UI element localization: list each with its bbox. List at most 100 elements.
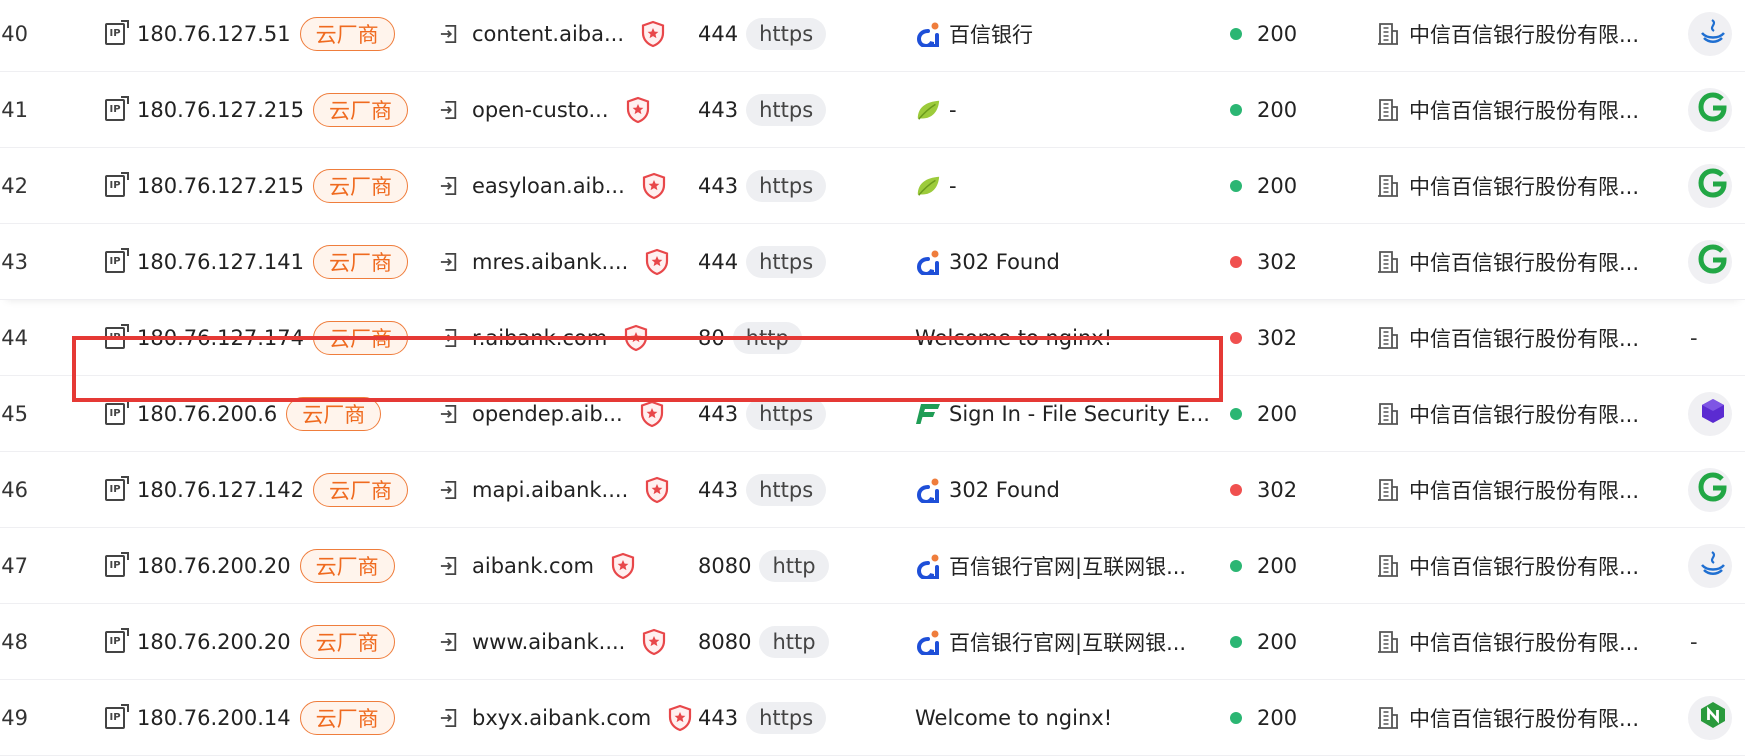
technology-badge[interactable]	[1688, 543, 1732, 588]
technology-badge[interactable]	[1688, 163, 1732, 208]
row-number-cell: 43	[0, 224, 28, 299]
domain-link[interactable]: open-custo...	[472, 98, 609, 122]
ip-address-link[interactable]: 180.76.127.141	[137, 250, 304, 274]
link-icon	[440, 708, 458, 728]
organization-name[interactable]: 中信百信银行股份有限...	[1409, 323, 1639, 353]
shield-icon[interactable]	[610, 552, 636, 580]
organization-name[interactable]: 中信百信银行股份有限...	[1409, 399, 1639, 429]
status-dot	[1230, 179, 1242, 192]
row-number: 47	[1, 553, 28, 578]
ip-address-link[interactable]: 180.76.127.51	[137, 22, 291, 46]
organization-name[interactable]: 中信百信银行股份有限...	[1409, 171, 1639, 201]
organization-name[interactable]: 中信百信银行股份有限...	[1409, 627, 1639, 657]
green-g-icon	[1698, 92, 1728, 127]
ip-cell: IP 180.76.127.142 云厂商	[105, 452, 415, 527]
technology-badge[interactable]	[1688, 695, 1732, 740]
web-title[interactable]: Sign In - File Security E...	[949, 402, 1210, 426]
shield-icon[interactable]	[644, 476, 670, 504]
domain-link[interactable]: www.aibank....	[472, 630, 625, 654]
link-icon	[440, 24, 458, 44]
shield-icon[interactable]	[641, 172, 667, 200]
domain-link[interactable]: opendep.aib...	[472, 402, 623, 426]
organization-name[interactable]: 中信百信银行股份有限...	[1409, 551, 1639, 581]
organization-name[interactable]: 中信百信银行股份有限...	[1409, 95, 1639, 125]
web-title[interactable]: Welcome to nginx!	[915, 706, 1112, 730]
ip-address-link[interactable]: 180.76.200.14	[137, 706, 291, 730]
ip-address-link[interactable]: 180.76.127.174	[137, 326, 304, 350]
web-title[interactable]: 百信银行官网|互联网银...	[949, 627, 1186, 657]
domain-link[interactable]: easyloan.aib...	[472, 174, 625, 198]
shield-icon[interactable]	[644, 248, 670, 276]
row-number-cell: 41	[0, 72, 28, 147]
java-icon	[1698, 16, 1728, 51]
organization-cell: 中信百信银行股份有限...	[1377, 376, 1677, 451]
organization-name[interactable]: 中信百信银行股份有限...	[1409, 703, 1639, 733]
port-value[interactable]: 8080	[698, 554, 751, 578]
port-value[interactable]: 8080	[698, 630, 751, 654]
port-cell: 444 https	[698, 0, 898, 71]
protocol-tag: https	[746, 17, 827, 50]
technology-badge[interactable]	[1688, 11, 1732, 56]
ip-address-link[interactable]: 180.76.200.20	[137, 554, 291, 578]
technology-badge[interactable]	[1688, 391, 1732, 436]
technology-badge[interactable]	[1688, 467, 1732, 512]
shield-icon[interactable]	[641, 628, 667, 656]
web-title[interactable]: -	[949, 98, 957, 122]
building-icon	[1377, 478, 1399, 502]
ip-address-link[interactable]: 180.76.127.142	[137, 478, 304, 502]
shield-icon[interactable]	[640, 20, 666, 48]
port-value[interactable]: 443	[698, 706, 738, 730]
shield-icon[interactable]	[623, 324, 649, 352]
domain-link[interactable]: mapi.aibank....	[472, 478, 628, 502]
domain-link[interactable]: bxyx.aibank.com	[472, 706, 651, 730]
port-value[interactable]: 443	[698, 98, 738, 122]
table-row: 49 IP 180.76.200.14 云厂商 bxyx.aibank.com 443 ht…	[0, 680, 1745, 756]
technology-cell	[1688, 148, 1745, 223]
domain-link[interactable]: mres.aibank....	[472, 250, 628, 274]
web-title[interactable]: 302 Found	[949, 478, 1060, 502]
domain-link[interactable]: r.aibank.com	[472, 326, 607, 350]
organization-name[interactable]: 中信百信银行股份有限...	[1409, 247, 1639, 277]
web-title[interactable]: 百信银行	[949, 19, 1033, 49]
port-value[interactable]: 443	[698, 402, 738, 426]
port-value[interactable]: 443	[698, 478, 738, 502]
port-value[interactable]: 80	[698, 326, 725, 350]
organization-cell: 中信百信银行股份有限...	[1377, 224, 1677, 299]
port-cell: 443 https	[698, 452, 898, 527]
organization-name[interactable]: 中信百信银行股份有限...	[1409, 475, 1639, 505]
cloud-vendor-badge: 云厂商	[299, 548, 395, 583]
organization-cell: 中信百信银行股份有限...	[1377, 452, 1677, 527]
technology-cell	[1688, 680, 1745, 755]
status-code: 200	[1257, 97, 1298, 122]
ip-address-link[interactable]: 180.76.127.215	[137, 98, 304, 122]
status-code-cell: 200	[1230, 148, 1350, 223]
shield-icon[interactable]	[625, 96, 651, 124]
web-title[interactable]: -	[949, 174, 957, 198]
green-g-icon	[1698, 168, 1728, 203]
status-dot	[1230, 331, 1242, 344]
domain-link[interactable]: aibank.com	[472, 554, 594, 578]
status-code: 200	[1257, 553, 1298, 578]
ip-address-link[interactable]: 180.76.127.215	[137, 174, 304, 198]
table-row: 47 IP 180.76.200.20 云厂商 aibank.com 8080 http 百信…	[0, 528, 1745, 604]
status-code: 200	[1257, 401, 1298, 426]
web-title[interactable]: 302 Found	[949, 250, 1060, 274]
port-value[interactable]: 443	[698, 174, 738, 198]
port-value[interactable]: 444	[698, 22, 738, 46]
status-code: 200	[1257, 21, 1298, 46]
organization-name[interactable]: 中信百信银行股份有限...	[1409, 19, 1639, 49]
ip-address-link[interactable]: 180.76.200.20	[137, 630, 291, 654]
ip-address-link[interactable]: 180.76.200.6	[137, 402, 277, 426]
port-value[interactable]: 444	[698, 250, 738, 274]
shield-icon[interactable]	[639, 400, 665, 428]
domain-link[interactable]: content.aiba...	[472, 22, 624, 46]
technology-badge[interactable]	[1688, 239, 1732, 284]
shield-icon[interactable]	[667, 704, 693, 732]
domain-cell: r.aibank.com	[440, 300, 690, 375]
technology-badge[interactable]	[1688, 87, 1732, 132]
table-row: 41 IP 180.76.127.215 云厂商 open-custo... 443 htt…	[0, 72, 1745, 148]
row-number-cell: 48	[0, 604, 28, 679]
web-title[interactable]: Welcome to nginx!	[915, 326, 1112, 350]
web-title[interactable]: 百信银行官网|互联网银...	[949, 551, 1186, 581]
cloud-vendor-badge: 云厂商	[286, 396, 382, 431]
